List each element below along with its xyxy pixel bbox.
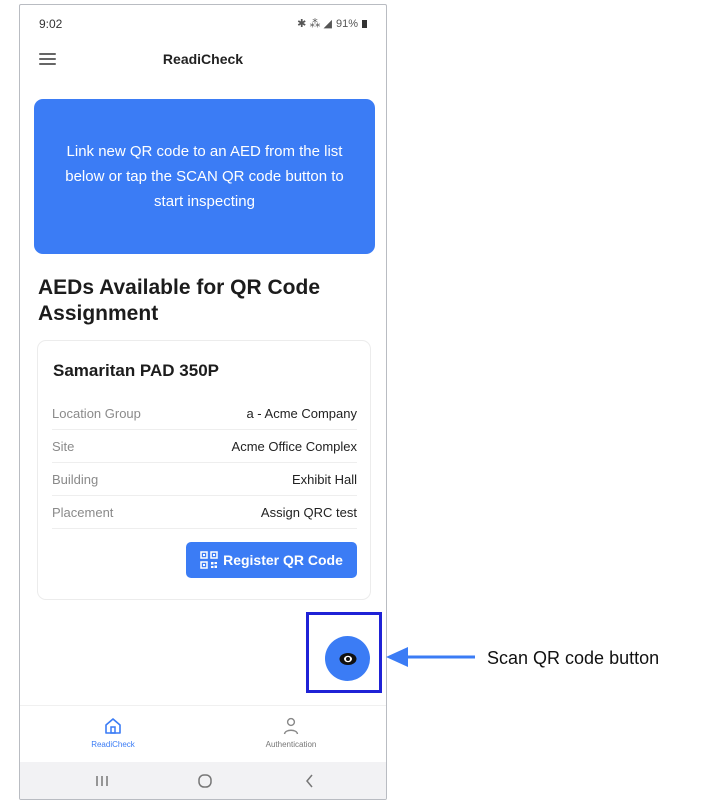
nav-label: ReadiCheck xyxy=(91,740,135,749)
detail-value: Exhibit Hall xyxy=(291,471,357,487)
person-icon xyxy=(283,717,299,735)
detail-label: Site xyxy=(52,438,75,454)
detail-row-location-group: Location Group a - Acme Company xyxy=(52,397,357,430)
detail-value: a - Acme Company xyxy=(246,405,357,421)
app-bar: ReadiCheck xyxy=(20,39,386,81)
detail-value: Acme Office Complex xyxy=(231,438,357,454)
annotation-arrow-icon xyxy=(386,647,475,667)
info-banner: Link new QR code to an AED from the list… xyxy=(34,99,375,254)
detail-row-building: Building Exhibit Hall xyxy=(52,463,357,496)
annotation-label: Scan QR code button xyxy=(487,648,660,668)
register-qr-code-label: Register QR Code xyxy=(223,552,343,568)
detail-row-placement: Placement Assign QRC test xyxy=(52,496,357,529)
battery-icon xyxy=(362,19,367,28)
signal-icons: ✱ ⁂ ◢ xyxy=(297,18,332,30)
nav-item-readicheck[interactable]: ReadiCheck xyxy=(58,716,168,749)
nav-item-authentication[interactable]: Authentication xyxy=(236,716,346,749)
detail-label: Placement xyxy=(52,504,114,520)
bottom-navigation: ReadiCheck Authentication xyxy=(20,705,386,762)
back-icon[interactable] xyxy=(302,773,318,789)
recent-apps-icon[interactable] xyxy=(94,773,110,789)
banner-text: Link new QR code to an AED from the list… xyxy=(65,143,344,210)
system-navigation-bar xyxy=(20,762,386,799)
detail-label: Location Group xyxy=(52,405,141,421)
aed-card: Samaritan PAD 350P Location Group a - Ac… xyxy=(37,340,371,600)
detail-label: Building xyxy=(52,471,99,487)
home-icon xyxy=(105,718,121,734)
status-bar: 9:02 ✱ ⁂ ◢ 91% xyxy=(20,5,386,39)
qr-code-icon xyxy=(200,551,218,569)
app-title: ReadiCheck xyxy=(162,51,244,67)
scan-button-highlight xyxy=(306,612,382,693)
section-heading: AEDs Available for QR Code Assignment xyxy=(38,276,321,325)
status-icons: ✱ ⁂ ◢ 91% xyxy=(297,17,367,30)
register-qr-code-button[interactable]: Register QR Code xyxy=(186,542,357,578)
detail-row-site: Site Acme Office Complex xyxy=(52,430,357,463)
nav-label: Authentication xyxy=(265,740,317,749)
status-time: 9:02 xyxy=(39,17,63,31)
battery-level: 91% xyxy=(335,17,358,30)
aed-name: Samaritan PAD 350P xyxy=(53,361,219,380)
home-button-icon[interactable] xyxy=(197,773,213,789)
detail-value: Assign QRC test xyxy=(260,504,357,520)
